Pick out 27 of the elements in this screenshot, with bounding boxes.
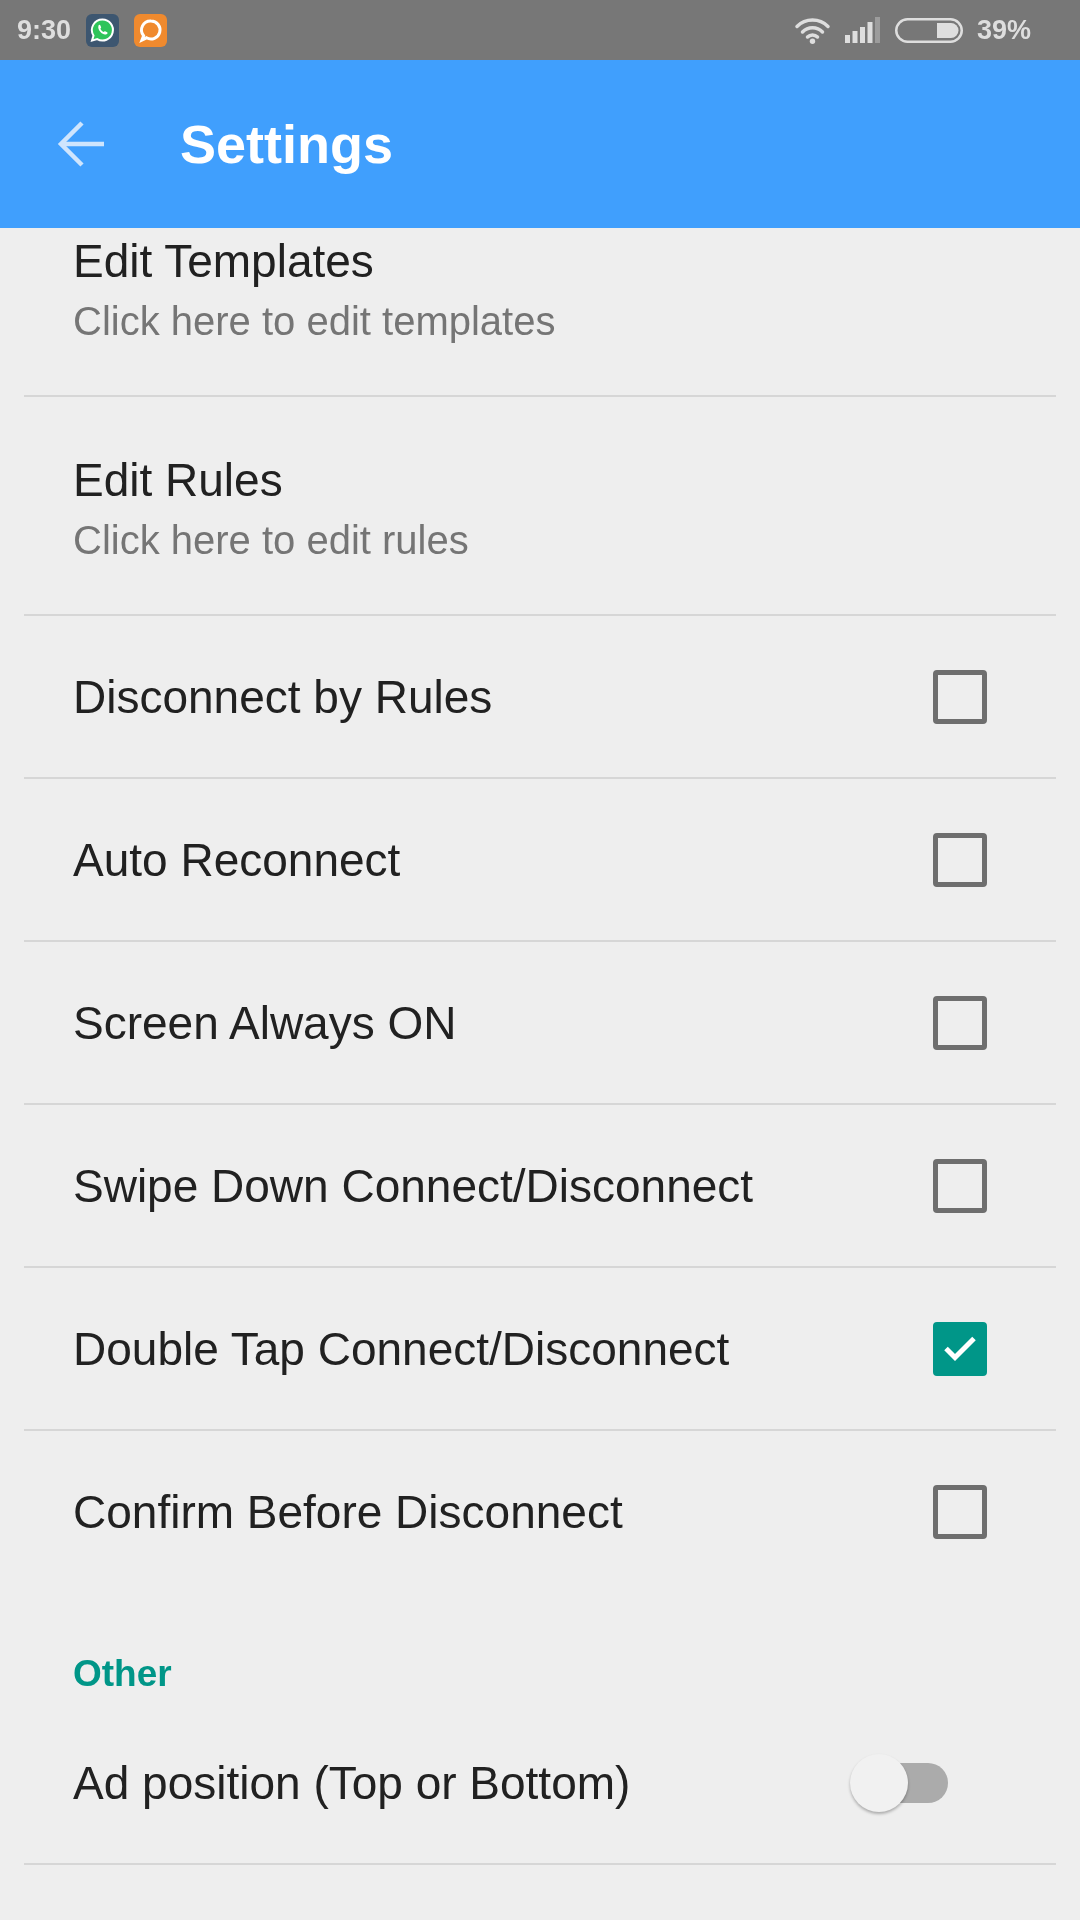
check-icon bbox=[944, 1336, 976, 1361]
speech-bubble-icon bbox=[134, 13, 168, 47]
checkbox[interactable] bbox=[933, 669, 987, 724]
setting-title: Double Tap Connect/Disconnect bbox=[73, 1321, 731, 1377]
checkbox[interactable] bbox=[933, 1484, 987, 1539]
category-header: Other bbox=[73, 1652, 172, 1696]
screen-title: Settings bbox=[180, 113, 394, 175]
setting-summary: Click here to edit rules bbox=[73, 517, 469, 564]
setting-summary: Click here to edit templates bbox=[73, 298, 556, 345]
checkbox[interactable] bbox=[933, 1321, 987, 1376]
status-time: 9:30 bbox=[17, 14, 72, 46]
checkbox[interactable] bbox=[933, 995, 987, 1050]
checkbox[interactable] bbox=[933, 1158, 987, 1213]
battery-icon bbox=[894, 17, 963, 43]
battery-percent: 39% bbox=[976, 14, 1031, 46]
setting-title: Ad position (Top or Bottom) bbox=[73, 1756, 632, 1811]
setting-title: Auto Reconnect bbox=[73, 832, 402, 888]
setting-title: Confirm Before Disconnect bbox=[73, 1484, 624, 1540]
checkbox[interactable] bbox=[933, 832, 987, 887]
setting-title[interactable]: Edit Templates bbox=[73, 233, 374, 289]
setting-title[interactable]: Edit Rules bbox=[73, 452, 283, 508]
signal-icon bbox=[844, 17, 881, 43]
setting-title: Screen Always ON bbox=[73, 995, 458, 1051]
wifi-icon bbox=[793, 16, 831, 44]
setting-title: Swipe Down Connect/Disconnect bbox=[73, 1158, 755, 1214]
setting-title: Disconnect by Rules bbox=[73, 669, 494, 725]
phone-bubble-icon bbox=[86, 13, 120, 47]
